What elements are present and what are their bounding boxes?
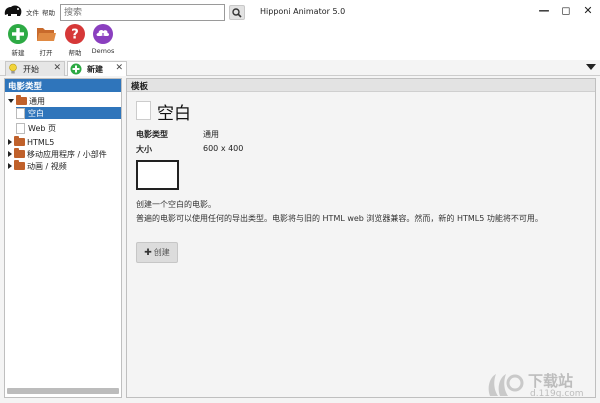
tree-label: 空白 [28, 108, 44, 118]
chevron-right-icon[interactable] [8, 151, 12, 157]
menu-file[interactable]: 文件 [26, 7, 39, 17]
tree-item-animation[interactable]: 动画 / 视频 [8, 160, 67, 172]
document-icon [16, 107, 25, 119]
chevron-down-icon[interactable] [8, 99, 14, 103]
tree-item-mobile[interactable]: 移动应用程序 / 小部件 [8, 148, 107, 160]
tab-menu-dropdown-icon[interactable] [586, 64, 596, 70]
tree-label: HTML5 [27, 137, 55, 147]
cloud-download-icon [92, 23, 114, 45]
tab-start[interactable]: 开始 ✕ [5, 61, 65, 76]
description-line: 创建一个空白的电影。 [136, 200, 216, 209]
watermark-url: d.119g.com [530, 389, 584, 399]
open-label: 打开 [39, 49, 53, 57]
new-label: 新建 [11, 49, 25, 57]
tab-new-label: 新建 [87, 64, 103, 74]
folder-icon [16, 95, 27, 105]
tree-label: 移动应用程序 / 小部件 [27, 149, 107, 159]
tab-new[interactable]: 新建 ✕ [67, 61, 127, 76]
folder-icon [14, 148, 25, 158]
app-title: Hipponi Animator 5.0 [260, 7, 346, 16]
demos-label: Demos [91, 47, 115, 55]
document-icon [136, 101, 151, 120]
tree-label: 动画 / 视频 [27, 161, 67, 171]
help-label: 帮助 [68, 49, 82, 57]
close-button[interactable]: ✕ [580, 2, 596, 18]
search-input[interactable] [60, 4, 225, 21]
hippo-logo-icon [4, 5, 22, 16]
type-key: 电影类型 [136, 130, 168, 139]
panel-header: 电影类型 [5, 79, 121, 92]
template-title: 空白 [157, 104, 191, 124]
plus-icon: ✚ [144, 247, 152, 258]
help-circle-icon: ? [64, 23, 86, 45]
type-value: 通用 [203, 130, 219, 139]
tab-bar: 开始 ✕ 新建 ✕ [0, 60, 600, 76]
title-bar: 文件 帮助 Hipponi Animator 5.0 — ◻ ✕ [0, 0, 600, 22]
toolbar: 新建 打开 ? 帮助 Demos [0, 22, 600, 60]
close-icon[interactable]: ✕ [53, 63, 61, 73]
menu-help[interactable]: 帮助 [42, 7, 55, 17]
document-icon [16, 122, 25, 134]
watermark-text: 下载站 [528, 372, 574, 390]
size-value: 600 x 400 [203, 144, 244, 153]
movie-preview [136, 160, 179, 190]
horizontal-scrollbar[interactable] [7, 388, 119, 394]
folder-open-icon [35, 23, 57, 45]
template-panel: 模板 空白 电影类型 通用 大小 600 x 400 创建一个空白的电影。 普遍… [126, 78, 596, 398]
watermark-logo: 下载站 d.119g.com [484, 370, 594, 402]
tree-item-general[interactable]: 通用 [8, 95, 45, 107]
create-label: 创建 [153, 248, 170, 257]
tree-label: Web 页 [28, 123, 56, 133]
panel-header: 模板 [127, 79, 595, 92]
create-button[interactable]: ✚ 创建 [136, 242, 178, 263]
size-key: 大小 [136, 145, 152, 154]
svg-text:?: ? [71, 28, 79, 43]
description-body: 普遍的电影可以使用任何的导出类型。电影将与旧的 HTML web 浏览器兼容。然… [136, 214, 543, 223]
demos-button[interactable]: Demos [86, 23, 120, 55]
plus-circle-icon [7, 23, 29, 45]
lightbulb-icon [9, 63, 17, 74]
tree-item-html5[interactable]: HTML5 [8, 136, 54, 148]
close-icon[interactable]: ✕ [115, 63, 123, 73]
watermark-logo-icon [488, 374, 524, 396]
chevron-right-icon[interactable] [8, 139, 12, 145]
folder-icon [14, 136, 25, 146]
chevron-right-icon[interactable] [8, 163, 12, 169]
tab-start-label: 开始 [23, 64, 39, 74]
tree-item-blank[interactable]: 空白 [16, 107, 121, 119]
plus-circle-icon [70, 63, 82, 75]
movie-type-panel: 电影类型 通用 空白 Web 页 HTML5 移动应用程序 / 小部件 动画 /… [4, 78, 122, 398]
search-icon [232, 7, 242, 18]
maximize-button[interactable]: ◻ [558, 2, 574, 18]
minimize-button[interactable]: — [536, 2, 552, 18]
search-button[interactable] [229, 5, 245, 20]
tree-label: 通用 [29, 96, 45, 106]
folder-icon [14, 160, 25, 170]
tree-item-web[interactable]: Web 页 [16, 122, 56, 134]
